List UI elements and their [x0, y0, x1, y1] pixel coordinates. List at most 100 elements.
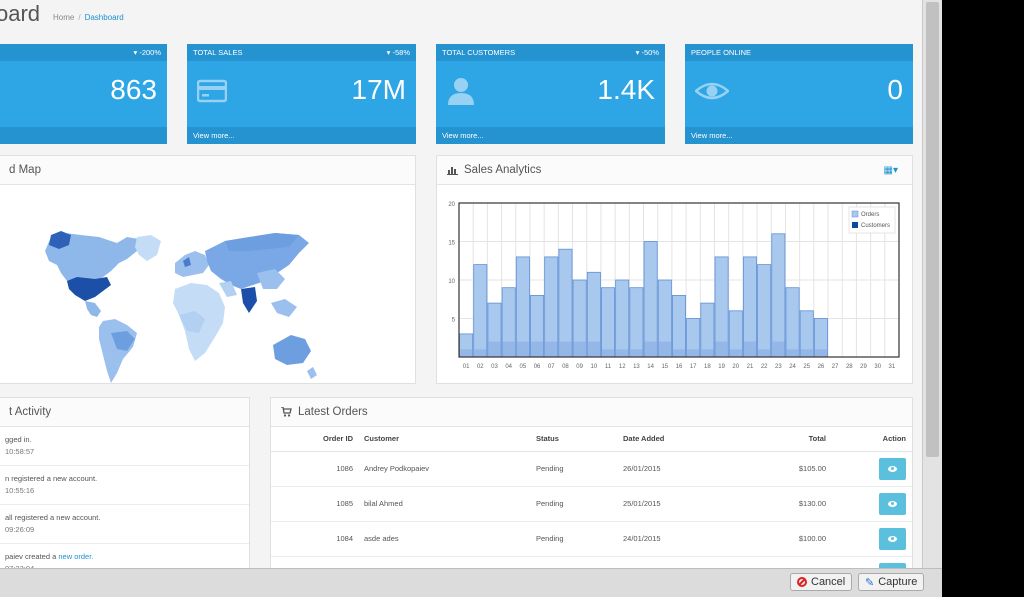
table-row: 1084 asde ades Pending 24/01/2015 $100.0…: [271, 521, 912, 557]
world-map[interactable]: [0, 185, 417, 384]
activity-list: gged in. 10:58:57 n registered a new acco…: [0, 427, 249, 583]
orders-bar: [558, 248, 573, 358]
cancel-button[interactable]: Cancel: [790, 573, 853, 591]
x-tick-label: 12: [619, 364, 626, 370]
customers-bar: [687, 349, 700, 357]
activity-time: 10:55:16: [5, 486, 35, 495]
cell-total: $105.00: [733, 451, 830, 487]
cell-total: $130.00: [733, 486, 830, 522]
tile-label: TOTAL CUSTOMERS: [442, 48, 516, 57]
cancel-label: Cancel: [811, 576, 846, 588]
y-tick-label: 5: [452, 318, 456, 324]
x-tick-label: 19: [718, 364, 725, 370]
x-tick-label: 31: [889, 364, 896, 370]
world-map-panel: d Map: [0, 155, 416, 384]
customers-bar: [630, 349, 643, 357]
tile-view-more[interactable]: View more...: [436, 127, 665, 144]
customers-bar: [772, 341, 785, 357]
customers-bar: [800, 349, 813, 357]
vertical-scrollbar[interactable]: ▼: [922, 0, 942, 584]
x-tick-label: 21: [747, 364, 754, 370]
cell-status: Pending: [536, 521, 623, 557]
capture-button[interactable]: ✎ Capture: [858, 573, 925, 591]
customers-bar: [701, 349, 714, 357]
orders-bar: [672, 295, 686, 358]
cell-customer: asde ades: [361, 521, 536, 557]
tile-view-more[interactable]: [0, 127, 167, 144]
activity-text: all registered a new account.: [5, 513, 101, 522]
x-tick-label: 17: [690, 364, 697, 370]
activity-text: gged in.: [5, 435, 32, 444]
x-tick-label: 23: [775, 364, 782, 370]
eye-icon: [888, 500, 897, 507]
x-tick-label: 16: [676, 364, 683, 370]
tile-total-customers: TOTAL CUSTOMERS ▾ -50% 1.4K View more...: [436, 44, 665, 144]
tile-label: PEOPLE ONLINE: [691, 48, 752, 57]
panel-title: Sales Analytics: [464, 164, 542, 176]
y-tick-label: 10: [448, 279, 455, 285]
view-order-button[interactable]: [879, 492, 906, 515]
customers-bar: [616, 349, 629, 357]
legend-swatch-orders: [851, 210, 859, 218]
customers-bar: [474, 349, 487, 357]
pen-icon: ✎: [865, 576, 875, 589]
cell-status: Pending: [536, 486, 623, 522]
customers-bar: [715, 341, 728, 357]
activity-text: n registered a new account.: [5, 474, 98, 483]
legend-label-orders: Orders: [861, 212, 879, 218]
y-tick-label: 20: [448, 202, 455, 208]
column-header-status[interactable]: Status: [536, 427, 623, 452]
list-item: all registered a new account. 09:26:09: [0, 505, 249, 544]
orders-bar: [473, 264, 488, 358]
x-tick-label: 18: [704, 364, 711, 370]
cell-date: 26/01/2015: [623, 451, 733, 487]
x-tick-label: 10: [590, 364, 597, 370]
page-title: oard: [0, 1, 41, 26]
orders-bar: [771, 233, 786, 358]
panel-title: t Activity: [9, 406, 52, 418]
scrollbar-thumb[interactable]: [926, 2, 939, 457]
tile-total-sales: TOTAL SALES ▾ -58% 17M View more...: [187, 44, 416, 144]
x-tick-label: 08: [562, 364, 569, 370]
customers-bar: [488, 341, 501, 357]
sales-chart: 5 10 15 20 01 02 03 04 05 06 07 08 09 10 11 12 13 14 15 16 1…: [448, 202, 900, 370]
tile-view-more[interactable]: View more...: [187, 127, 416, 144]
column-header-date-added[interactable]: Date Added: [623, 427, 733, 452]
y-tick-label: 15: [448, 241, 455, 247]
x-tick-label: 06: [534, 364, 541, 370]
activity-time: 10:58:57: [5, 447, 35, 456]
tile-value: 863: [110, 74, 157, 105]
activity-text: paiev created a: [5, 552, 59, 561]
screen-border: [942, 0, 1024, 597]
customers-bar: [658, 341, 671, 357]
x-tick-label: 07: [548, 364, 555, 370]
x-tick-label: 01: [463, 364, 470, 370]
table-row: 1085 bilal Ahmed Pending 25/01/2015 $130…: [271, 486, 912, 522]
eye-icon: [695, 82, 729, 100]
new-order-link[interactable]: new order.: [58, 552, 93, 561]
cell-date: 24/01/2015: [623, 521, 733, 557]
breadcrumb-dashboard[interactable]: Dashboard: [85, 13, 124, 22]
tile-view-more[interactable]: View more...: [685, 127, 913, 144]
calendar-icon[interactable]: ▦▾: [884, 165, 898, 176]
column-header-total[interactable]: Total: [733, 427, 830, 452]
capture-toolbar: Cancel ✎ Capture: [0, 568, 942, 597]
view-order-button[interactable]: [879, 457, 906, 480]
customers-bar: [516, 341, 529, 357]
column-header-customer[interactable]: Customer: [361, 427, 536, 452]
activity-time: 09:26:09: [5, 525, 35, 534]
customers-bar: [786, 349, 799, 357]
column-header-order-id[interactable]: Order ID: [271, 427, 361, 452]
x-tick-label: 14: [647, 364, 654, 370]
cell-date: 25/01/2015: [623, 486, 733, 522]
tile-total-orders: ▾ -200% 863: [0, 44, 167, 144]
tile-label: TOTAL SALES: [193, 48, 243, 57]
cell-total: $100.00: [733, 521, 830, 557]
x-tick-label: 27: [832, 364, 839, 370]
orders-bar: [643, 241, 658, 358]
orders-bar: [615, 279, 630, 358]
tile-value: 0: [887, 74, 903, 105]
cell-customer: bilal Ahmed: [361, 486, 536, 522]
breadcrumb-home[interactable]: Home: [53, 13, 74, 22]
view-order-button[interactable]: [879, 527, 906, 550]
